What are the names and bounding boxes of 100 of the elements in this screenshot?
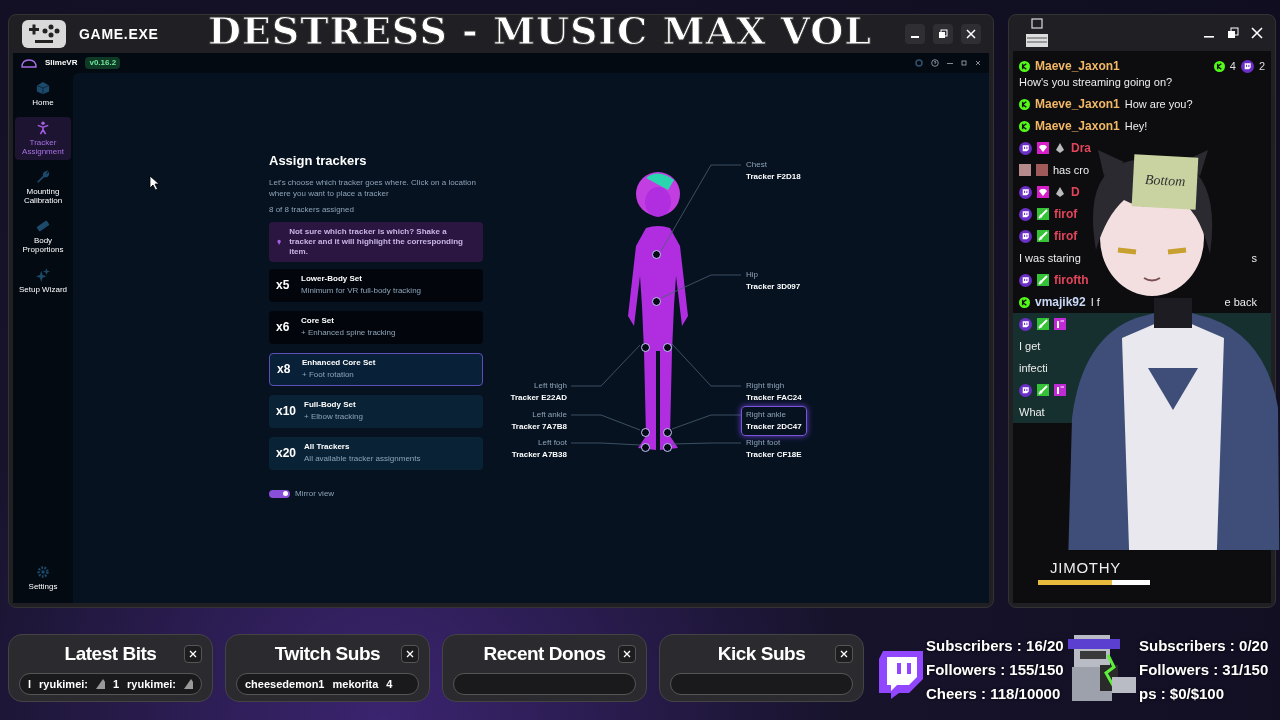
restore-icon <box>938 29 948 39</box>
tracker-marker[interactable] <box>651 249 661 259</box>
tracker-marker[interactable] <box>640 427 650 437</box>
chat-message: has cro <box>1053 162 1090 178</box>
ticker-text: cheesedemon1 <box>245 676 325 692</box>
chat-message: s <box>1251 250 1258 266</box>
goal-text: Subscribers : 16/20 <box>926 636 1064 656</box>
close-icon <box>966 29 976 39</box>
mirror-view-toggle[interactable] <box>269 489 290 498</box>
chat-username: firof <box>1054 206 1078 223</box>
tracker-marker[interactable] <box>651 296 661 306</box>
gem-badge-icon <box>1037 186 1049 198</box>
twitch-icon <box>1019 383 1032 397</box>
help-icon[interactable] <box>931 59 939 67</box>
close-button[interactable] <box>618 645 636 663</box>
leader-line <box>570 442 641 446</box>
drop-badge-icon <box>1054 142 1066 154</box>
tracker-label[interactable]: Chest Tracker F2D18 <box>741 156 806 186</box>
tracker-set-option[interactable]: x6 Core Set + Enhanced spine tracking <box>269 310 483 344</box>
close-button[interactable] <box>401 645 419 663</box>
close-button[interactable] <box>835 645 853 663</box>
leader-line <box>671 442 742 445</box>
ticker-text: ryukimei: <box>39 676 88 692</box>
first-badge-icon <box>1054 384 1066 396</box>
viewer-count: 2 <box>1258 58 1265 74</box>
ticker-text: mekorita <box>332 676 379 692</box>
kick-icon <box>1213 60 1225 72</box>
chat-message: How's you streaming going on? <box>1019 75 1174 90</box>
tracker-label[interactable]: Left ankle Tracker 7A7B8 <box>506 406 572 436</box>
twitch-icon <box>1240 59 1254 73</box>
sidebar-item[interactable]: Home <box>15 77 71 111</box>
twitch-icon <box>1019 317 1032 331</box>
sidebar-item[interactable]: Body Proportions <box>15 215 71 258</box>
chat-username: D <box>1071 184 1080 201</box>
minimize-icon[interactable] <box>947 60 953 66</box>
tracker-marker[interactable] <box>662 442 672 452</box>
tracker-marker[interactable] <box>640 442 650 452</box>
chat-message: e back <box>1224 294 1258 310</box>
tracker-label[interactable]: Hip Tracker 3D097 <box>741 266 806 296</box>
close-button[interactable] <box>184 645 202 663</box>
description-text: Let's choose which tracker goes where. Click on a location where you want to place a tracker <box>269 176 477 199</box>
close-icon[interactable] <box>975 60 981 66</box>
sidebar-item[interactable]: Mounting Calibration <box>15 166 71 209</box>
chat-username: Maeve_Jaxon1 <box>1035 58 1120 75</box>
kick-icon <box>1019 296 1030 308</box>
sparkles-icon <box>36 268 50 282</box>
cube-icon <box>36 81 50 95</box>
widget-title: Latest Bits <box>64 641 157 666</box>
tracker-marker[interactable] <box>662 427 672 437</box>
minimize-icon <box>911 36 919 38</box>
layout-icon[interactable] <box>1025 18 1049 48</box>
chat-username: firof <box>1054 228 1078 245</box>
sidebar-item[interactable]: Setup Wizard <box>15 264 71 298</box>
wrench-icon <box>36 170 50 184</box>
sidebar-item[interactable]: Tracker Assignment <box>15 117 71 160</box>
twitch-icon <box>1019 207 1032 221</box>
close-icon <box>189 650 197 658</box>
first-badge-icon <box>1054 318 1066 330</box>
sword-badge-icon <box>1037 318 1049 330</box>
goal-text: Cheers : 118/10000 <box>926 684 1062 704</box>
page-title: Assign trackers <box>269 152 368 170</box>
chat-username: vmajik92 <box>1035 294 1086 311</box>
sword-badge-icon <box>1037 384 1049 396</box>
minimize-button[interactable] <box>905 24 925 44</box>
tracker-label[interactable]: Right thigh Tracker FAC24 <box>741 377 807 407</box>
tracker-marker[interactable] <box>640 342 650 352</box>
chat-message: infecti <box>1019 360 1048 376</box>
settings-icon <box>36 565 50 579</box>
widget-title: Twitch Subs <box>274 641 381 666</box>
emote-icon <box>1019 164 1031 176</box>
chat-message: Hey! <box>1124 118 1148 134</box>
version-badge: v0.16.2 <box>85 57 121 69</box>
chat-message: I f <box>1090 294 1100 310</box>
twitch-icon <box>1019 229 1032 243</box>
tip-text: Not sure which tracker is which? Shake a tracker and it will highlight the corresponding item. <box>289 226 464 257</box>
stream-title: DESTRESS - MUSIC MAX VOL <box>207 7 873 55</box>
sidebar-item[interactable]: Settings <box>15 561 71 595</box>
tracker-label[interactable]: Left foot Tracker A7B38 <box>506 434 572 464</box>
close-button[interactable] <box>961 24 981 44</box>
tracker-set-option[interactable]: x8 Enhanced Core Set + Foot rotation <box>269 352 483 386</box>
tracker-label[interactable]: Left thigh Tracker E22AD <box>505 377 572 407</box>
twitch-icon <box>1019 273 1032 287</box>
tracker-label[interactable]: Right foot Tracker CF18E <box>741 434 807 464</box>
tracker-set-option[interactable]: x20 All Trackers All available tracker assignments <box>269 436 483 470</box>
ticker-text: 4 <box>386 676 393 692</box>
chat-message: I get <box>1019 338 1041 354</box>
maximize-icon[interactable] <box>1227 27 1239 39</box>
goal-text: Followers : 155/150 <box>926 660 1064 680</box>
tracker-marker[interactable] <box>662 342 672 352</box>
tracker-set-option[interactable]: x5 Lower-Body Set Minimum for VR full-body tracking <box>269 268 483 302</box>
chat-message: What <box>1019 404 1045 420</box>
window-title: GAME.EXE <box>79 24 159 44</box>
tracker-label[interactable]: Right ankle Tracker 2DC47 <box>741 406 807 436</box>
kick-icon <box>1019 120 1030 132</box>
maximize-button[interactable] <box>933 24 953 44</box>
leader-line <box>671 414 742 430</box>
assigned-count: 8 of 8 trackers assigned <box>269 203 355 216</box>
ticker-text: ryukimei: <box>127 676 176 692</box>
twitch-logo-icon <box>879 651 923 699</box>
kick-icon <box>1019 98 1030 110</box>
